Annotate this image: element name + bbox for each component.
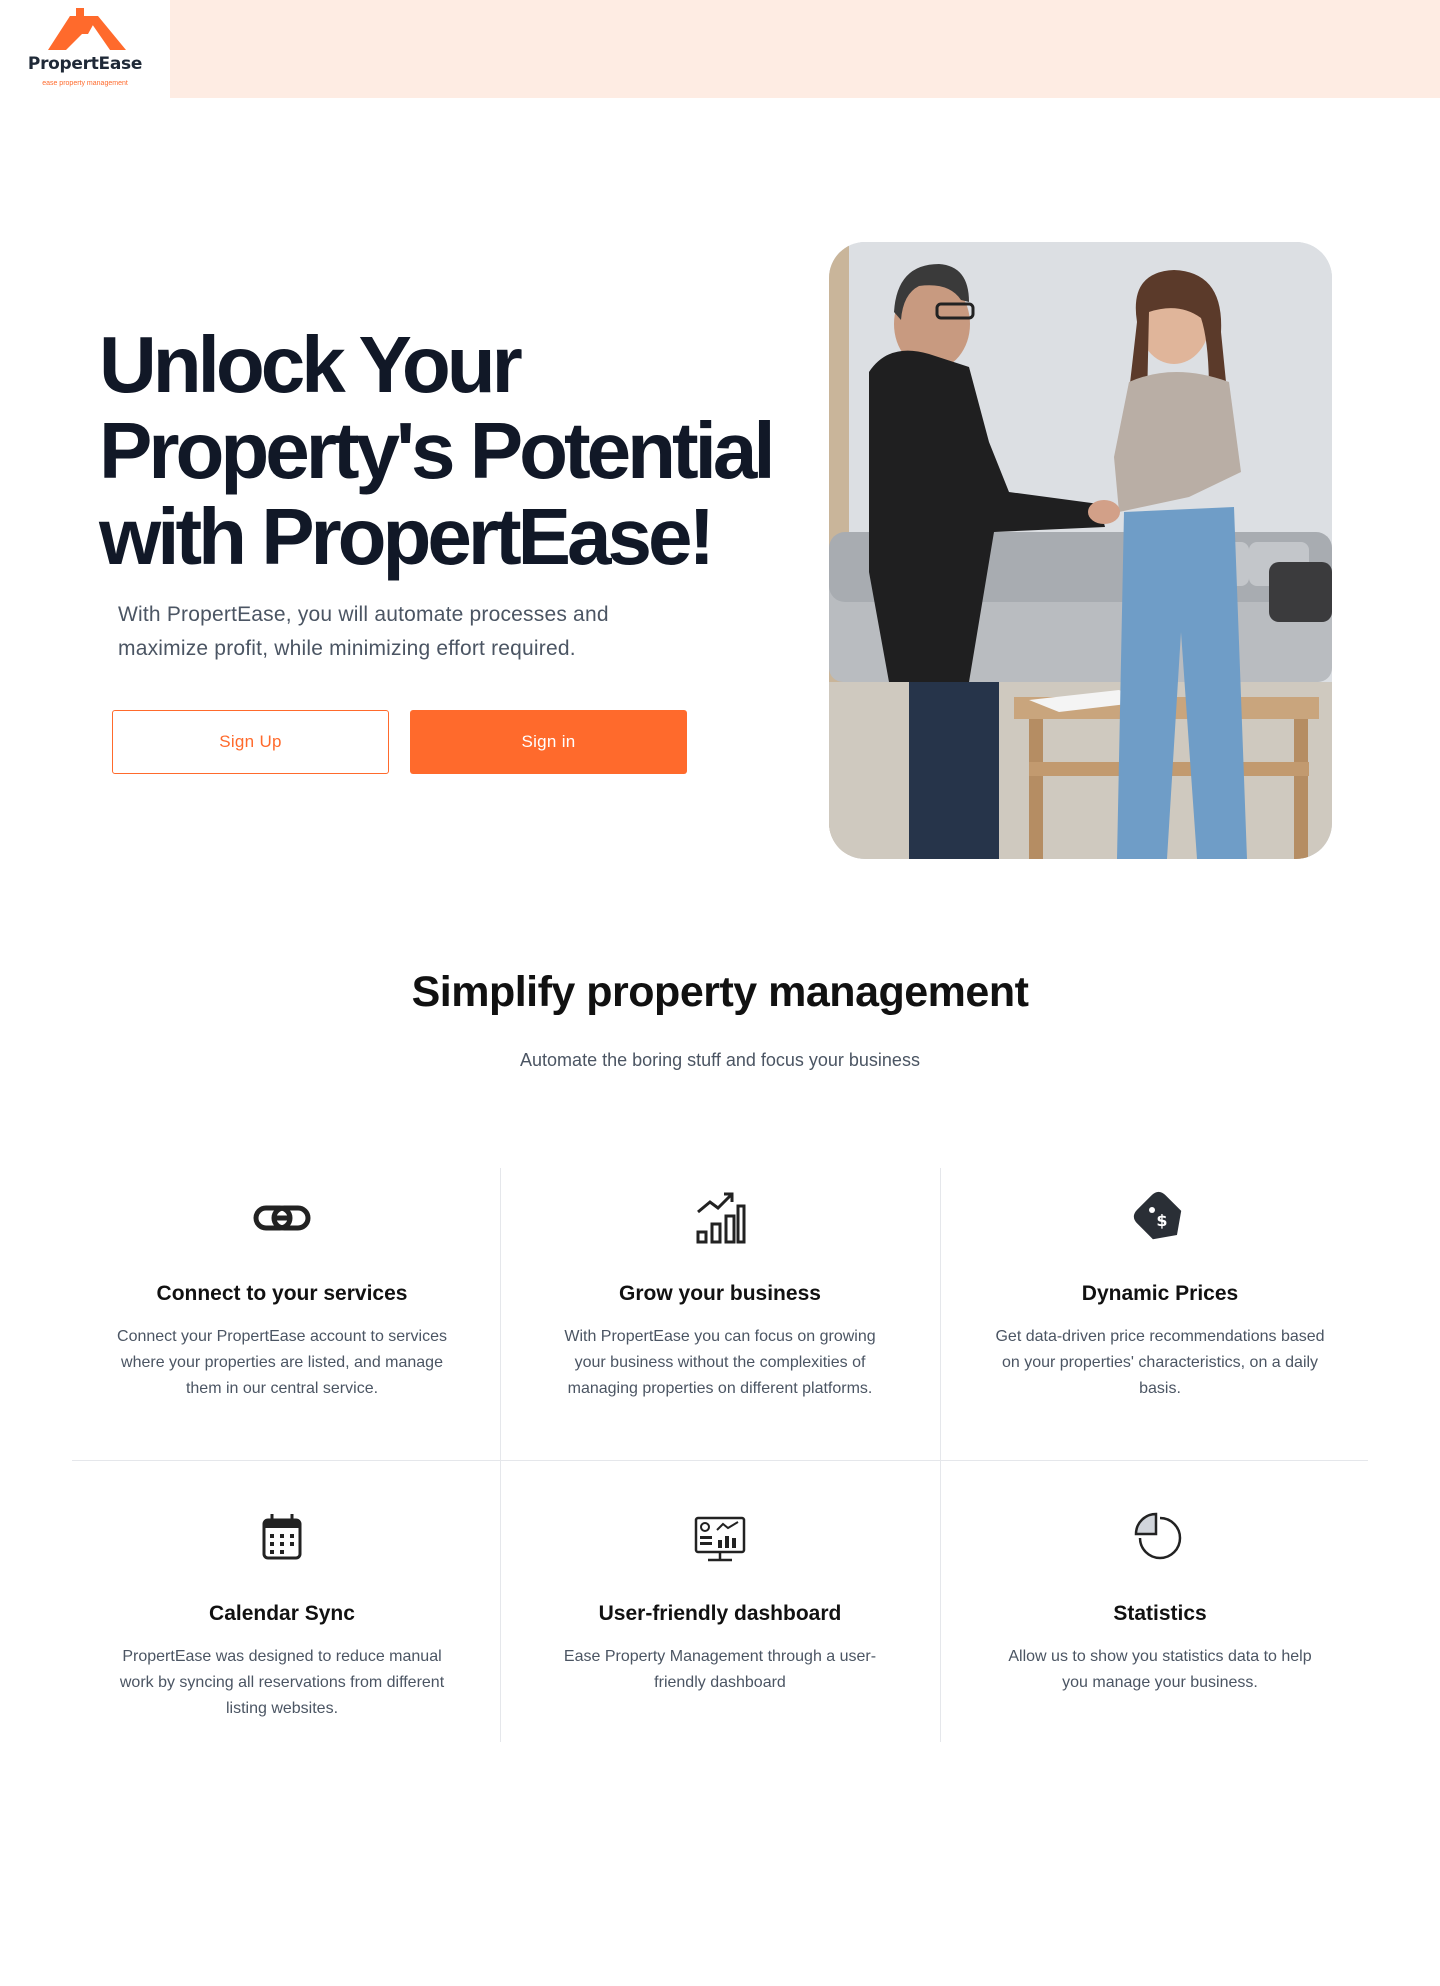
grid-divider xyxy=(500,1168,501,1742)
feature-text: Connect your PropertEase account to serv… xyxy=(117,1328,447,1397)
feature-text: With PropertEase you can focus on growin… xyxy=(564,1328,876,1397)
header-band xyxy=(170,0,1440,98)
section-subtitle: Automate the boring stuff and focus your… xyxy=(520,1050,920,1070)
feature-title: Statistics xyxy=(1113,1602,1207,1625)
features-grid: Connect to your services Connect your Pr… xyxy=(72,1168,1368,1742)
dashboard-icon xyxy=(694,1516,746,1562)
feature-text: Ease Property Management through a user-… xyxy=(563,1648,877,1691)
feature-card: $ Dynamic Prices Get data-driven price r… xyxy=(950,1188,1370,1402)
hero-subtitle: With PropertEase, you will automate proc… xyxy=(118,603,609,660)
calendar-icon xyxy=(262,1514,302,1560)
feature-card: Connect to your services Connect your Pr… xyxy=(72,1188,492,1402)
hero-photo xyxy=(829,242,1332,859)
feature-text: PropertEase was designed to reduce manua… xyxy=(119,1648,445,1717)
feature-card: Calendar Sync PropertEase was designed t… xyxy=(72,1508,492,1722)
house-roof-icon xyxy=(48,8,126,50)
grid-divider xyxy=(940,1168,941,1742)
sign-in-button[interactable]: Sign in xyxy=(410,710,687,774)
svg-text:$: $ xyxy=(1156,1211,1167,1230)
growth-chart-icon xyxy=(696,1192,746,1244)
feature-title: Connect to your services xyxy=(156,1282,408,1305)
brand-name: PropertEase xyxy=(27,54,143,74)
feature-title: Grow your business xyxy=(619,1282,821,1305)
feature-title: Dynamic Prices xyxy=(1081,1282,1239,1305)
feature-card: Grow your business With PropertEase you … xyxy=(510,1188,930,1402)
feature-card: Statistics Allow us to show you statisti… xyxy=(950,1508,1370,1696)
hero-title: Unlock Your Property's Potential with Pr… xyxy=(99,320,776,581)
handshake-illustration xyxy=(829,242,1332,859)
price-tag-icon: $ xyxy=(1133,1191,1182,1240)
feature-text: Allow us to show you statistics data to … xyxy=(1008,1648,1312,1691)
brand-tagline: ease property management xyxy=(42,80,128,87)
pie-chart-icon xyxy=(1134,1512,1182,1560)
link-icon xyxy=(253,1205,311,1231)
sign-up-button[interactable]: Sign Up xyxy=(112,710,389,774)
grid-divider xyxy=(72,1460,1368,1461)
section-title: Simplify property management xyxy=(411,968,1029,1016)
feature-card: User-friendly dashboard Ease Property Ma… xyxy=(510,1508,930,1696)
logo[interactable]: PropertEase ease property management xyxy=(0,0,170,98)
feature-title: User-friendly dashboard xyxy=(598,1602,842,1625)
feature-title: Calendar Sync xyxy=(209,1602,355,1625)
feature-text: Get data-driven price recommendations ba… xyxy=(995,1328,1325,1397)
